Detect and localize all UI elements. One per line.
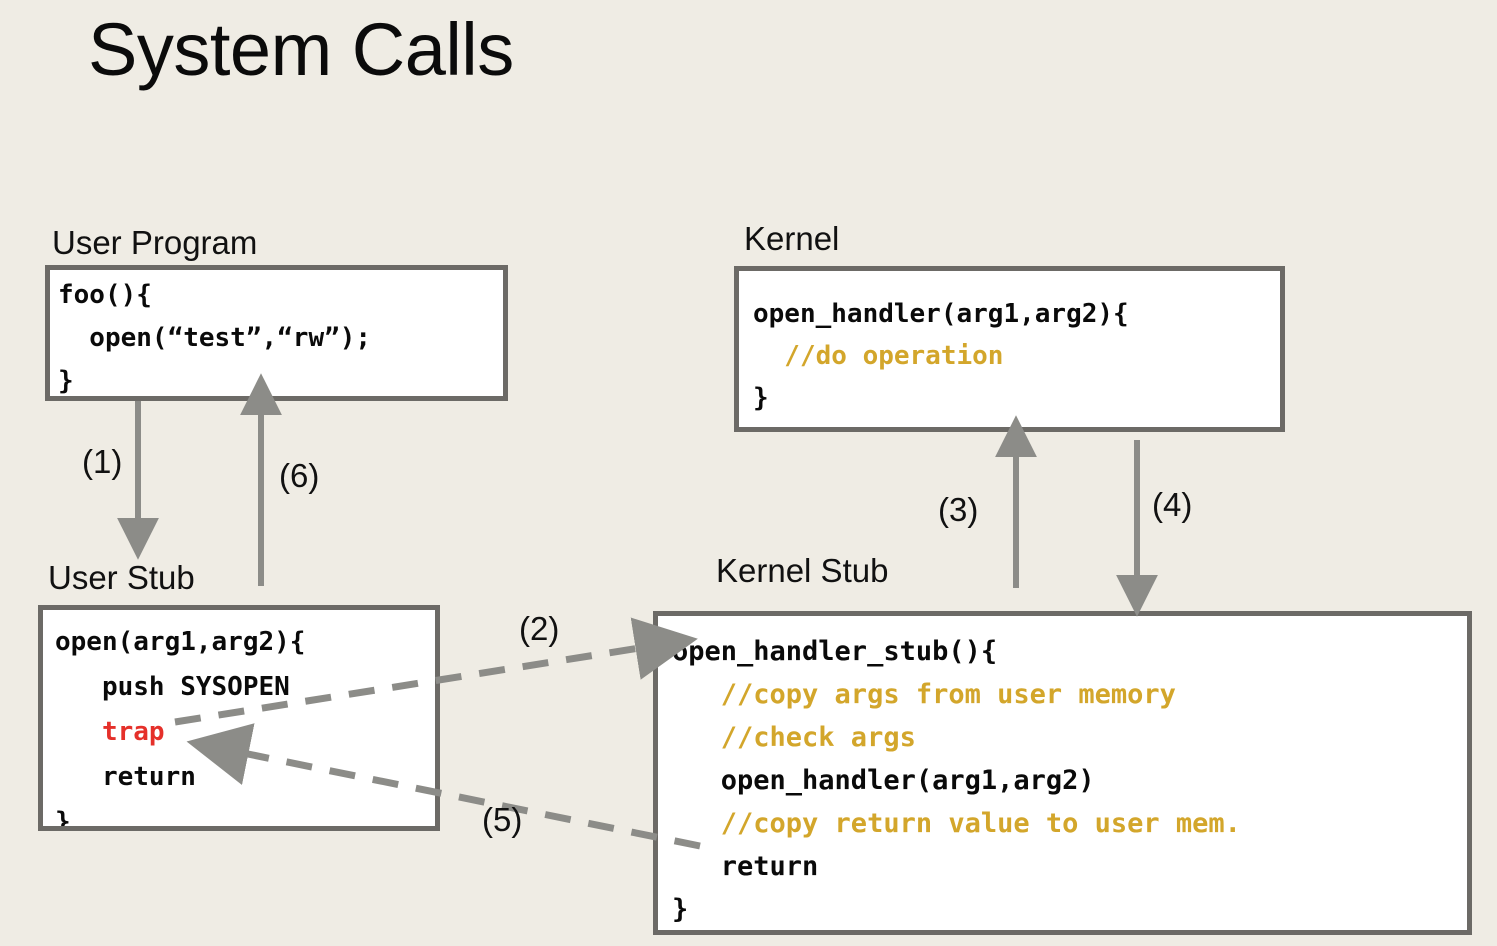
page-title: System Calls xyxy=(88,8,514,91)
label-user-program: User Program xyxy=(52,224,258,261)
code-line-comment: //check args xyxy=(672,722,916,753)
code-line-trap: trap xyxy=(55,717,165,747)
code-box-kernel-stub: open_handler_stub(){ //copy args from us… xyxy=(653,611,1472,935)
code-line: open_handler_stub(){ xyxy=(672,636,998,667)
code-line: } xyxy=(55,807,71,831)
step-label-2: (2) xyxy=(519,610,560,647)
step-label-4: (4) xyxy=(1152,486,1193,523)
code-line-comment: //copy args from user memory xyxy=(672,679,1176,710)
code-box-user-program: foo(){ open(“test”,“rw”); } xyxy=(45,265,508,401)
step-label-1: (1) xyxy=(82,443,123,480)
step-label-6: (6) xyxy=(279,457,320,494)
code-line: open_handler(arg1,arg2) xyxy=(672,765,1095,796)
label-kernel: Kernel xyxy=(744,220,840,257)
code-box-user-stub: open(arg1,arg2){ push SYSOPEN trap retur… xyxy=(38,605,440,831)
code-line-comment: //copy return value to user mem. xyxy=(672,808,1241,839)
code-line: open_handler(arg1,arg2){ xyxy=(753,299,1129,329)
step-label-3: (3) xyxy=(938,491,979,528)
code-line: open(“test”,“rw”); xyxy=(58,323,372,353)
code-line-comment: //do operation xyxy=(753,341,1004,371)
code-line: return xyxy=(55,762,196,792)
code-line: return xyxy=(672,851,819,882)
code-box-kernel: open_handler(arg1,arg2){ //do operation … xyxy=(734,266,1285,432)
step-label-5: (5) xyxy=(482,801,523,838)
code-line: push SYSOPEN xyxy=(55,672,290,702)
code-line: foo(){ xyxy=(58,280,152,310)
label-kernel-stub: Kernel Stub xyxy=(716,552,889,589)
code-line: } xyxy=(753,383,769,413)
code-line: open(arg1,arg2){ xyxy=(55,627,306,657)
code-line: } xyxy=(672,894,689,925)
code-line: } xyxy=(58,366,74,396)
label-user-stub: User Stub xyxy=(48,559,195,596)
slide-canvas: System Calls User Program Kernel User St… xyxy=(0,0,1497,946)
